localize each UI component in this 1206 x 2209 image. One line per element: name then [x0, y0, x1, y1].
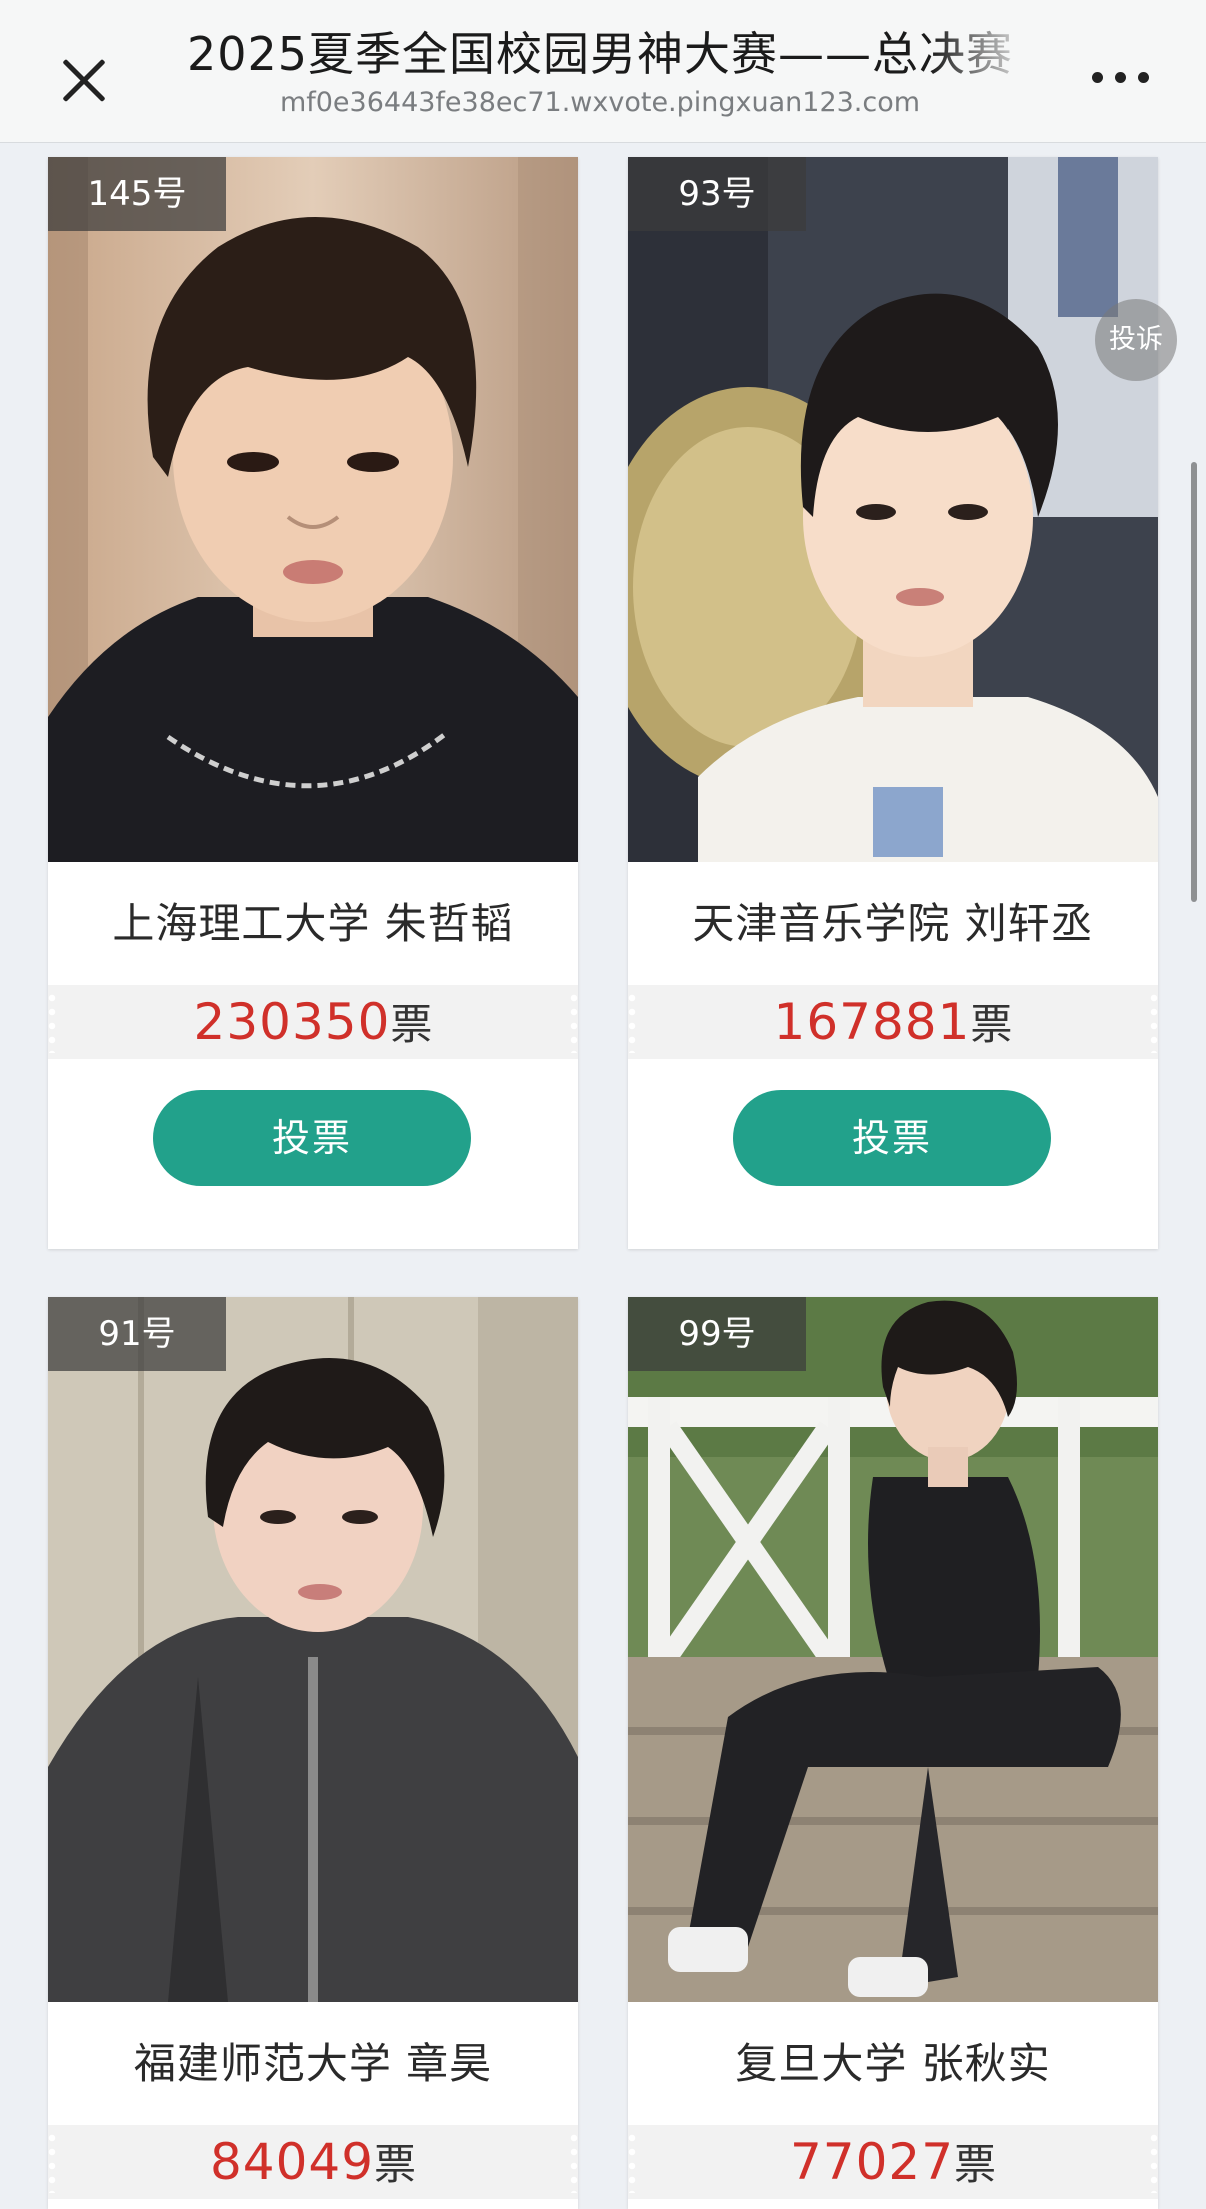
- complain-button[interactable]: 投诉: [1095, 299, 1177, 381]
- vote-count-row: 77027票: [628, 2125, 1158, 2199]
- vote-unit: 票: [374, 2140, 417, 2189]
- vote-count: 84049: [209, 2133, 375, 2191]
- scrollbar[interactable]: [1191, 462, 1197, 902]
- vote-count-row: 84049票: [48, 2125, 578, 2199]
- contestant-card: 145号 上海理工大学 朱哲韬 230350票 投票: [48, 157, 578, 1249]
- vote-count: 77027: [789, 2133, 955, 2191]
- contestant-name: 复旦大学 张秋实: [735, 2039, 1051, 2088]
- contestant-photo[interactable]: 145号: [48, 157, 578, 862]
- close-icon[interactable]: [50, 46, 118, 114]
- top-navigation-bar: 2025夏季全国校园男神大赛——总决赛 mf0e36443fe38ec71.wx…: [0, 0, 1206, 143]
- contestant-photo[interactable]: 91号: [48, 1297, 578, 2002]
- vote-button[interactable]: 投票: [153, 1090, 471, 1186]
- page-title: 2025夏季全国校园男神大赛——总决赛: [186, 27, 1014, 81]
- vote-count-row: 167881票: [628, 985, 1158, 1059]
- contestant-card: 99号 复旦大学 张秋实 77027票: [628, 1297, 1158, 2209]
- contestant-name: 天津音乐学院 刘轩丞: [692, 899, 1094, 948]
- more-dot: [1115, 72, 1126, 83]
- vote-count: 230350: [193, 993, 391, 1051]
- title-block: 2025夏季全国校园男神大赛——总决赛 mf0e36443fe38ec71.wx…: [165, 24, 1035, 120]
- contestant-number-badge: 145号: [48, 157, 226, 231]
- vote-button[interactable]: 投票: [733, 1090, 1051, 1186]
- vote-count-row: 230350票: [48, 985, 578, 1059]
- vote-unit: 票: [954, 2140, 997, 2189]
- contestant-photo-image: [48, 1297, 578, 2002]
- contestant-photo-image: [628, 157, 1158, 862]
- contestant-name: 福建师范大学 章昊: [133, 2039, 493, 2088]
- contestant-photo[interactable]: 99号: [628, 1297, 1158, 2002]
- contestant-number-badge: 91号: [48, 1297, 226, 1371]
- contestant-card: 91号 福建师范大学 章昊 84049票: [48, 1297, 578, 2209]
- vote-unit: 票: [970, 1000, 1013, 1049]
- contestant-card: 93号 天津音乐学院 刘轩丞 167881票 投票: [628, 157, 1158, 1249]
- contestant-name: 上海理工大学 朱哲韬: [112, 899, 514, 948]
- contestant-number-badge: 99号: [628, 1297, 806, 1371]
- page-url: mf0e36443fe38ec71.wxvote.pingxuan123.com: [279, 87, 921, 118]
- more-dot: [1092, 72, 1103, 83]
- contestant-number-badge: 93号: [628, 157, 806, 231]
- more-icon[interactable]: [1090, 68, 1154, 88]
- vote-unit: 票: [390, 1000, 433, 1049]
- vote-button-row: 投票: [628, 1059, 1158, 1249]
- more-dot: [1138, 72, 1149, 83]
- contestant-photo-image: [48, 157, 578, 862]
- vote-button-row: 投票: [48, 1059, 578, 1249]
- vote-count: 167881: [773, 993, 971, 1051]
- contestant-photo[interactable]: 93号: [628, 157, 1158, 862]
- contestant-photo-image: [628, 1297, 1158, 2002]
